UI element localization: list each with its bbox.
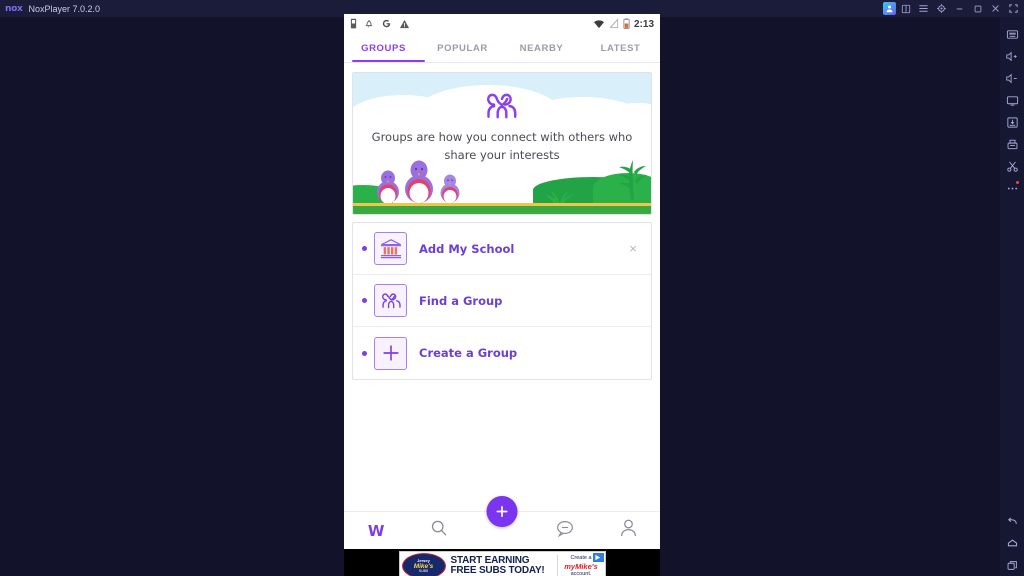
bottom-navigation: W xyxy=(344,496,660,549)
tab-groups[interactable]: GROUPS xyxy=(344,35,423,62)
gear-icon[interactable] xyxy=(933,1,950,16)
screenshot-icon[interactable] xyxy=(1001,89,1023,111)
fern-plant-icon xyxy=(619,160,647,200)
person-icon xyxy=(620,519,637,542)
row-bullet-dot xyxy=(362,246,367,251)
two-people-icon xyxy=(374,284,407,317)
tab-nearby[interactable]: NEARBY xyxy=(502,35,581,62)
nav-search[interactable] xyxy=(407,519,470,542)
row-bullet-dot xyxy=(362,298,367,303)
battery-icon xyxy=(623,16,630,34)
sim-card-icon xyxy=(350,16,357,34)
tab-groups-label: GROUPS xyxy=(361,43,406,54)
find-a-group-row[interactable]: Find a Group xyxy=(353,275,651,327)
more-tools-badge xyxy=(1016,181,1019,184)
create-a-group-row[interactable]: Create a Group xyxy=(353,327,651,379)
multi-instance-icon[interactable] xyxy=(897,1,914,16)
volume-down-icon[interactable] xyxy=(1001,67,1023,89)
tab-popular-label: POPULAR xyxy=(437,43,488,54)
school-building-icon xyxy=(374,232,407,265)
jersey-mikes-logo: Jersey Mike's SUBS xyxy=(401,553,446,576)
two-people-heart-icon xyxy=(353,91,651,121)
nox-sidebar xyxy=(1000,17,1024,576)
tab-nearby-label: NEARBY xyxy=(519,43,564,54)
volume-up-icon[interactable] xyxy=(1001,45,1023,67)
account-icon[interactable] xyxy=(883,2,896,15)
wifi-icon xyxy=(593,16,605,34)
nav-home-whisper[interactable]: W xyxy=(344,522,407,540)
window-title: NoxPlayer 7.0.2.0 xyxy=(28,3,101,14)
fullscreen-button[interactable] xyxy=(1005,1,1022,16)
statusbar-right-icons: 2:13 xyxy=(593,16,654,34)
tab-latest[interactable]: LATEST xyxy=(581,35,660,62)
scissors-icon[interactable] xyxy=(1001,155,1023,177)
bird-illustration xyxy=(377,170,399,203)
nox-logo: nox xyxy=(5,3,23,14)
add-my-school-label: Add My School xyxy=(419,241,515,256)
tab-popular[interactable]: POPULAR xyxy=(423,35,502,62)
grass-tuft-icon xyxy=(545,191,574,204)
search-icon xyxy=(430,519,448,542)
android-screen: 2:13 GROUPS POPULAR NEARBY LATEST Groups… xyxy=(344,14,660,576)
ad-headline-line2: FREE SUBS TODAY! xyxy=(450,565,545,576)
ad-banner[interactable]: Jersey Mike's SUBS START EARNING FREE SU… xyxy=(398,550,606,576)
grass-ground xyxy=(353,206,651,214)
dismiss-add-my-school-icon[interactable]: × xyxy=(624,240,642,258)
groups-hero-banner[interactable]: Groups are how you connect with others w… xyxy=(352,72,652,215)
android-statusbar: 2:13 xyxy=(344,14,660,35)
tab-latest-label: LATEST xyxy=(600,43,641,54)
ad-brand-bottom: SUBS xyxy=(418,568,429,573)
install-apk-icon[interactable] xyxy=(1001,111,1023,133)
ad-cta-line2: myMike's xyxy=(564,561,598,571)
android-back-icon[interactable] xyxy=(1001,510,1023,532)
notification-bell-icon xyxy=(364,16,374,34)
bird-illustration xyxy=(405,160,433,203)
ad-choices-icon[interactable] xyxy=(592,552,604,562)
nav-profile[interactable] xyxy=(597,519,660,542)
plus-icon xyxy=(374,336,407,370)
active-tab-indicator xyxy=(352,59,425,62)
titlebar-controls xyxy=(883,0,1022,17)
ad-cta-line3: account. xyxy=(570,570,592,576)
chat-bubble-icon xyxy=(556,520,574,542)
content-empty-area xyxy=(344,380,660,511)
statusbar-left-icons xyxy=(350,16,410,34)
create-fab-button[interactable] xyxy=(486,496,518,527)
add-my-school-row[interactable]: Add My School × xyxy=(353,223,651,275)
menu-icon[interactable] xyxy=(915,1,932,16)
shared-folder-icon[interactable] xyxy=(1001,133,1023,155)
noxplayer-window: nox NoxPlayer 7.0.2.0 2:13 GROUPS POPULA… xyxy=(0,0,1024,576)
android-recents-icon[interactable] xyxy=(1001,554,1023,576)
find-a-group-label: Find a Group xyxy=(419,293,503,308)
ad-zone: Jersey Mike's SUBS START EARNING FREE SU… xyxy=(344,549,660,576)
more-tools-icon[interactable] xyxy=(1001,177,1023,199)
google-g-icon xyxy=(381,16,392,34)
row-bullet-dot xyxy=(362,350,367,356)
warning-triangle-icon xyxy=(399,16,410,34)
bird-illustration xyxy=(440,174,460,203)
maximize-button[interactable] xyxy=(969,1,986,16)
create-a-group-label: Create a Group xyxy=(419,346,518,360)
android-home-icon[interactable] xyxy=(1001,532,1023,554)
minimize-button[interactable] xyxy=(951,1,968,16)
keyboard-mapping-icon[interactable] xyxy=(1001,23,1023,45)
nav-messages[interactable] xyxy=(534,520,597,542)
ad-headline: START EARNING FREE SUBS TODAY! xyxy=(450,555,557,576)
close-button[interactable] xyxy=(987,1,1004,16)
groups-action-list: Add My School × Find a Group Create a Gr… xyxy=(352,222,652,380)
whisper-w-logo-icon: W xyxy=(367,521,385,540)
signal-off-icon xyxy=(609,16,619,34)
statusbar-clock: 2:13 xyxy=(633,19,654,30)
tab-bar: GROUPS POPULAR NEARBY LATEST xyxy=(344,35,660,63)
